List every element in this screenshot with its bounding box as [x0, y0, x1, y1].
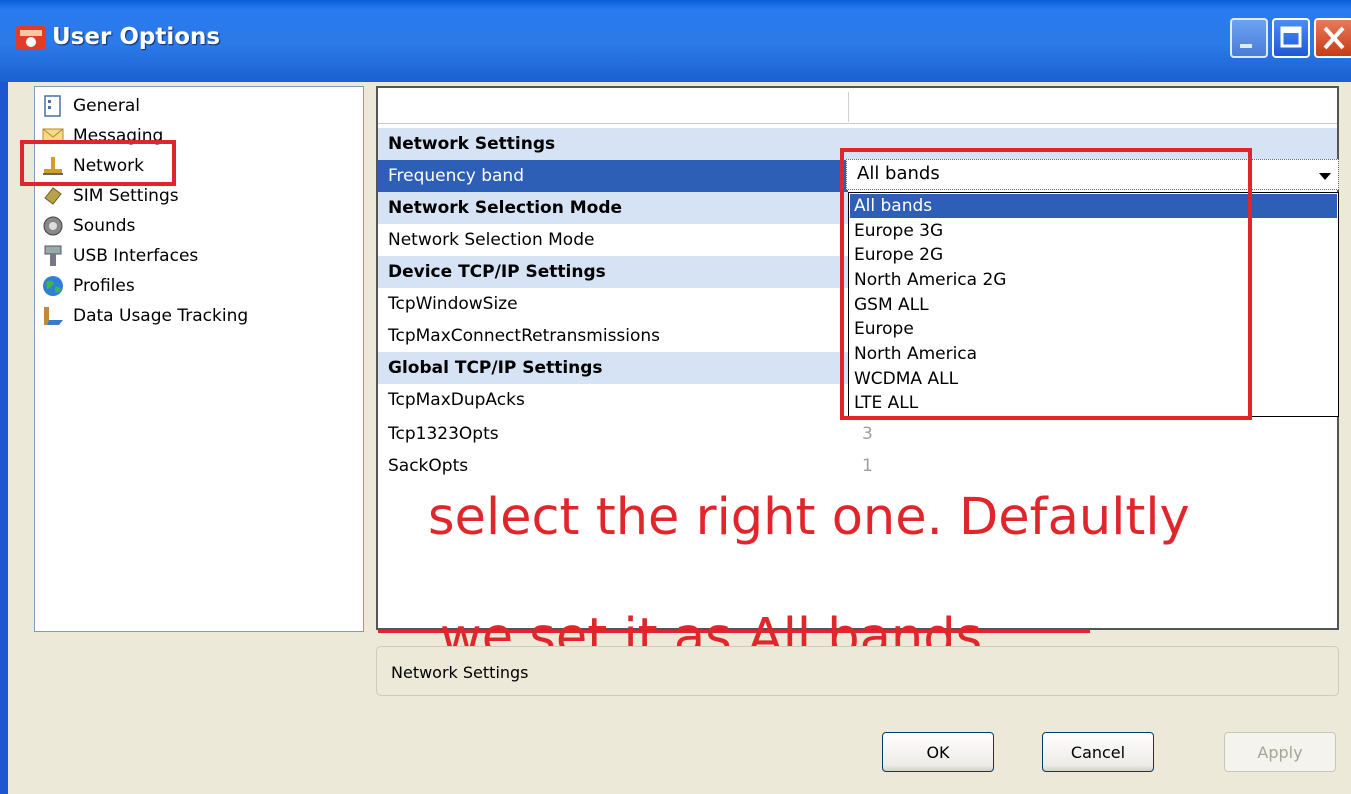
- general-icon: [44, 95, 61, 117]
- maximize-icon: [1280, 26, 1302, 48]
- property-tcp1323opts[interactable]: Tcp1323Opts 3: [378, 418, 1337, 450]
- property-label: Tcp1323Opts: [388, 424, 499, 444]
- nav-item-general[interactable]: General: [41, 91, 140, 121]
- description-text: Network Settings: [391, 663, 529, 682]
- nav-item-label: USB Interfaces: [73, 246, 199, 266]
- grid-header: [378, 88, 1337, 124]
- chevron-down-icon[interactable]: [1314, 163, 1336, 187]
- property-label: TcpMaxConnectRetransmissions: [388, 326, 661, 346]
- property-label: SackOpts: [388, 456, 469, 476]
- nav-item-usb-interfaces[interactable]: USB Interfaces: [41, 241, 198, 271]
- nav-item-label: Profiles: [73, 276, 135, 296]
- property-label: TcpWindowSize: [388, 294, 518, 314]
- window-title: User Options: [52, 24, 221, 50]
- nav-item-profiles[interactable]: Profiles: [41, 271, 135, 301]
- property-label: Frequency band: [378, 160, 848, 192]
- property-description-panel: Network Settings: [376, 646, 1339, 696]
- property-sackopts[interactable]: SackOpts 1: [378, 450, 1337, 482]
- category-label: Network Settings: [388, 134, 556, 154]
- title-bar[interactable]: User Options: [0, 0, 1351, 82]
- highlight-box-network: [20, 140, 176, 186]
- annotation-strike-line: [378, 630, 1090, 633]
- property-value: 1: [862, 456, 873, 476]
- annotation-line-1: select the right one. Defaultly: [428, 488, 1190, 547]
- nav-item-label: Data Usage Tracking: [73, 306, 249, 326]
- window-frame-left: [0, 82, 8, 794]
- property-label: TcpMaxDupAcks: [388, 390, 525, 410]
- data-usage-icon: [44, 307, 63, 325]
- cancel-button[interactable]: Cancel: [1042, 732, 1154, 772]
- minimize-icon: [1240, 44, 1252, 48]
- nav-item-sounds[interactable]: Sounds: [41, 211, 135, 241]
- nav-item-data-usage-tracking[interactable]: Data Usage Tracking: [41, 301, 248, 331]
- property-value: 3: [862, 424, 873, 444]
- apply-button[interactable]: Apply: [1224, 732, 1336, 772]
- category-label: Device TCP/IP Settings: [388, 262, 606, 282]
- nav-item-label: Sounds: [73, 216, 136, 236]
- ok-button[interactable]: OK: [882, 732, 994, 772]
- speaker-icon: [43, 216, 63, 236]
- property-label: Network Selection Mode: [388, 230, 595, 250]
- nav-item-label: General: [73, 96, 140, 116]
- sim-card-icon: [44, 187, 62, 205]
- app-icon: [16, 26, 46, 50]
- close-button[interactable]: [1314, 18, 1351, 58]
- usb-icon: [44, 245, 62, 266]
- maximize-button[interactable]: [1272, 18, 1310, 58]
- category-label: Network Selection Mode: [388, 198, 623, 218]
- category-label: Global TCP/IP Settings: [388, 358, 603, 378]
- nav-item-label: SIM Settings: [73, 186, 179, 206]
- globe-icon: [43, 276, 63, 296]
- highlight-box-dropdown: [840, 148, 1252, 420]
- close-icon: [1323, 26, 1345, 50]
- minimize-button[interactable]: [1230, 18, 1268, 58]
- column-separator: [848, 92, 849, 122]
